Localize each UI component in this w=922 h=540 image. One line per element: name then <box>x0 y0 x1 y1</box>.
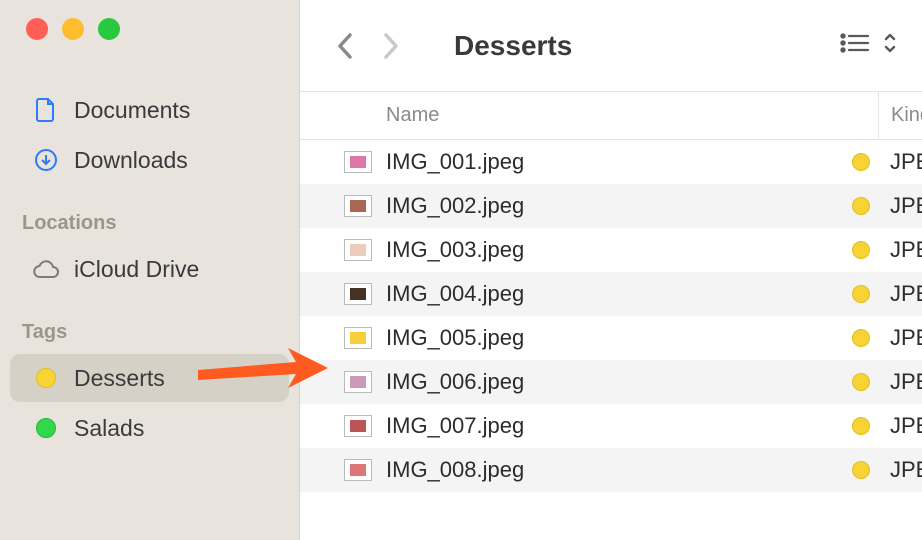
file-thumbnail-icon <box>344 151 372 173</box>
toolbar: Desserts <box>300 0 922 92</box>
file-kind: JPEG image <box>878 193 922 219</box>
file-name: IMG_006.jpeg <box>386 369 844 395</box>
file-tag-dot <box>844 285 878 303</box>
sidebar-item-label: Salads <box>74 415 144 442</box>
file-row[interactable]: IMG_006.jpeg JPEG image <box>300 360 922 404</box>
sidebar-item-label: Documents <box>74 97 190 124</box>
sidebar-item-icloud-drive[interactable]: iCloud Drive <box>10 245 289 293</box>
window-title: Desserts <box>454 30 838 62</box>
file-kind: JPEG image <box>878 325 922 351</box>
file-kind: JPEG image <box>878 149 922 175</box>
view-options-button[interactable] <box>882 30 898 61</box>
zoom-window-button[interactable] <box>98 18 120 40</box>
file-thumbnail-icon <box>344 195 372 217</box>
sidebar-tag-salads[interactable]: Salads <box>10 404 289 452</box>
file-row[interactable]: IMG_002.jpeg JPEG image <box>300 184 922 228</box>
sidebar-item-label: Desserts <box>74 365 165 392</box>
sidebar-item-downloads[interactable]: Downloads <box>10 136 289 184</box>
file-thumbnail-icon <box>344 459 372 481</box>
column-header-name[interactable]: Name <box>386 104 878 127</box>
sidebar-tag-desserts[interactable]: Desserts <box>10 354 289 402</box>
file-tag-dot <box>844 241 878 259</box>
file-thumbnail-icon <box>344 283 372 305</box>
file-name: IMG_007.jpeg <box>386 413 844 439</box>
file-row[interactable]: IMG_003.jpeg JPEG image <box>300 228 922 272</box>
sidebar-section-tags: Tags <box>0 321 299 344</box>
sidebar-item-label: Downloads <box>74 147 188 174</box>
file-row[interactable]: IMG_008.jpeg JPEG image <box>300 448 922 492</box>
file-tag-dot <box>844 197 878 215</box>
file-row[interactable]: IMG_005.jpeg JPEG image <box>300 316 922 360</box>
tag-dot-icon <box>32 368 60 388</box>
file-thumbnail-icon <box>344 371 372 393</box>
column-headers: Name Kind <box>300 92 922 140</box>
file-tag-dot <box>844 329 878 347</box>
file-kind: JPEG image <box>878 369 922 395</box>
file-row[interactable]: IMG_007.jpeg JPEG image <box>300 404 922 448</box>
file-row[interactable]: IMG_004.jpeg JPEG image <box>300 272 922 316</box>
file-name: IMG_003.jpeg <box>386 237 844 263</box>
file-tag-dot <box>844 373 878 391</box>
tag-dot-icon <box>32 418 60 438</box>
close-window-button[interactable] <box>26 18 48 40</box>
window-controls <box>0 18 299 40</box>
file-name: IMG_008.jpeg <box>386 457 844 483</box>
file-tag-dot <box>844 417 878 435</box>
file-name: IMG_002.jpeg <box>386 193 844 219</box>
file-kind: JPEG image <box>878 413 922 439</box>
download-icon <box>32 148 60 172</box>
file-tag-dot <box>844 153 878 171</box>
cloud-icon <box>32 259 60 279</box>
sidebar: Documents Downloads Locations iCloud Dri… <box>0 0 300 540</box>
file-kind: JPEG image <box>878 237 922 263</box>
file-thumbnail-icon <box>344 415 372 437</box>
file-name: IMG_001.jpeg <box>386 149 844 175</box>
sidebar-item-documents[interactable]: Documents <box>10 86 289 134</box>
nav-back-button[interactable] <box>336 31 354 61</box>
file-row[interactable]: IMG_001.jpeg JPEG image <box>300 140 922 184</box>
main-pane: Desserts Name Kind IMG_001.jpeg JPEG imag… <box>300 0 922 540</box>
file-kind: JPEG image <box>878 457 922 483</box>
file-thumbnail-icon <box>344 239 372 261</box>
minimize-window-button[interactable] <box>62 18 84 40</box>
file-tag-dot <box>844 461 878 479</box>
file-thumbnail-icon <box>344 327 372 349</box>
view-mode-button[interactable] <box>838 31 872 60</box>
file-name: IMG_005.jpeg <box>386 325 844 351</box>
sidebar-item-label: iCloud Drive <box>74 256 199 283</box>
nav-forward-button[interactable] <box>382 31 400 61</box>
file-list: IMG_001.jpeg JPEG image IMG_002.jpeg JPEG i… <box>300 140 922 540</box>
sidebar-section-locations: Locations <box>0 212 299 235</box>
document-icon <box>32 97 60 123</box>
file-name: IMG_004.jpeg <box>386 281 844 307</box>
file-kind: JPEG image <box>878 281 922 307</box>
column-header-kind[interactable]: Kind <box>878 92 922 139</box>
